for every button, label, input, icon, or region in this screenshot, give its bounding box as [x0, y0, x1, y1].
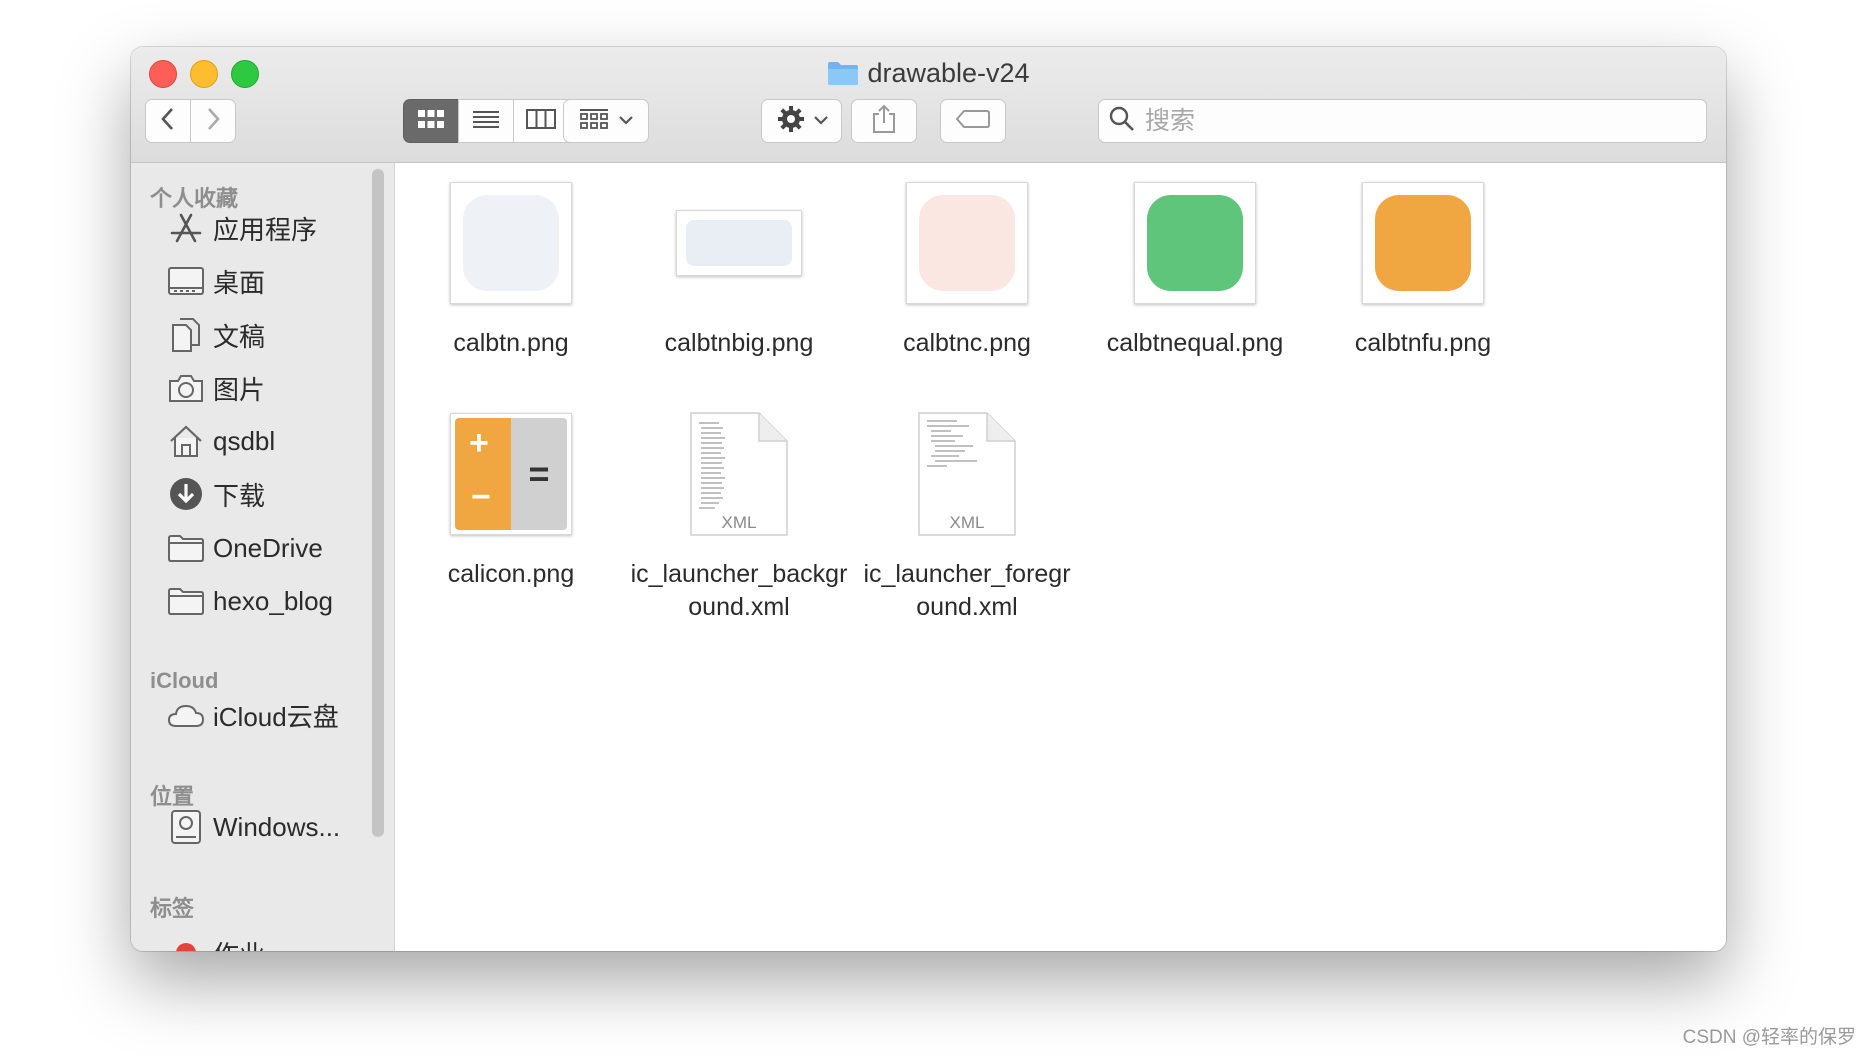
sidebar-section-tags: 标签: [150, 896, 195, 921]
sidebar-item-label: OneDrive: [213, 532, 323, 563]
file-grid: calbtn.png calbtnbig.png calbtnc.png cal…: [395, 163, 1726, 951]
file-name: calbtnbig.png: [664, 329, 814, 357]
image-thumbnail: [450, 182, 572, 304]
file-item-ic-launcher-background[interactable]: XML ic_launcher_background.xml: [629, 410, 849, 624]
file-item-calbtn[interactable]: calbtn.png: [401, 179, 621, 360]
sidebar-item-label: 应用程序: [213, 214, 318, 245]
sidebar-item-icloud-drive[interactable]: iCloud云盘: [167, 695, 339, 735]
search-field[interactable]: [1098, 99, 1707, 143]
camera-icon: [167, 370, 205, 406]
file-name: calbtn.png: [453, 329, 569, 357]
sidebar-item-hexo-blog[interactable]: hexo_blog: [167, 581, 333, 621]
disk-icon: [167, 809, 205, 845]
sidebar-item-windows-disk[interactable]: Windows...: [167, 807, 340, 847]
equals-symbol: =: [528, 453, 550, 494]
chevron-down-icon: [813, 112, 828, 130]
file-item-calbtnequal[interactable]: calbtnequal.png: [1085, 179, 1305, 360]
sidebar-item-label: 下载: [213, 480, 266, 511]
sidebar-item-label: Windows...: [213, 811, 341, 842]
sidebar-section-icloud: iCloud: [150, 668, 219, 693]
file-item-calbtnc[interactable]: calbtnc.png: [857, 179, 1077, 360]
xml-badge: XML: [721, 513, 757, 532]
sidebar-item-downloads[interactable]: 下载: [167, 474, 265, 514]
sidebar-item-applications[interactable]: 应用程序: [167, 208, 317, 248]
file-item-ic-launcher-foreground[interactable]: XML ic_launcher_foreground.xml: [857, 410, 1077, 624]
window-title: drawable-v24: [131, 57, 1726, 93]
list-icon: [472, 109, 500, 134]
image-thumbnail: [676, 210, 802, 276]
home-icon: [167, 423, 205, 459]
sidebar: 个人收藏 应用程序 桌面 文稿 图片 qsdbl 下载 OneDrive hex…: [131, 163, 395, 951]
window-title-text: drawable-v24: [867, 58, 1030, 88]
minus-symbol: −: [471, 478, 491, 516]
file-name: calicon.png: [447, 560, 575, 588]
sidebar-item-home[interactable]: qsdbl: [167, 421, 275, 461]
plus-symbol: +: [469, 424, 489, 462]
share-button[interactable]: [851, 99, 917, 143]
chevron-down-icon: [619, 112, 633, 130]
sidebar-item-label: hexo_blog: [213, 585, 333, 616]
chevron-right-icon: [205, 106, 221, 137]
xml-document-icon: XML: [689, 411, 789, 537]
folder-icon: [827, 60, 859, 93]
sidebar-item-label: iCloud云盘: [213, 701, 339, 732]
folder-icon: [167, 583, 205, 619]
sidebar-scrollbar[interactable]: [372, 169, 384, 837]
sidebar-item-pictures[interactable]: 图片: [167, 368, 265, 408]
image-thumbnail: [1362, 182, 1484, 304]
watermark: CSDN @轻率的保罗: [1682, 1027, 1856, 1048]
tag-red-icon: [167, 935, 205, 951]
applications-icon: [167, 210, 205, 246]
file-name: calbtnc.png: [903, 329, 1031, 357]
finder-window: drawable-v24 搜索 个人收藏 应用程序 桌面 文稿 图片 qsdbl…: [131, 47, 1726, 951]
back-button[interactable]: [145, 99, 191, 143]
columns-icon: [526, 108, 556, 134]
sidebar-item-onedrive[interactable]: OneDrive: [167, 528, 323, 568]
file-item-calbtnbig[interactable]: calbtnbig.png: [629, 179, 849, 360]
image-thumbnail: [1134, 182, 1256, 304]
file-item-calbtnfu[interactable]: calbtnfu.png: [1313, 179, 1533, 360]
file-name: ic_launcher_foreground.xml: [863, 560, 1071, 621]
image-thumbnail: [906, 182, 1028, 304]
file-name: calbtnfu.png: [1354, 329, 1492, 357]
tag-button[interactable]: [940, 99, 1006, 143]
desktop-icon: [167, 263, 205, 299]
chevron-left-icon: [160, 106, 176, 137]
group-grid-icon: [579, 108, 609, 135]
sidebar-item-label: 作业: [213, 935, 265, 952]
xml-document-icon: XML: [917, 411, 1017, 537]
cloud-icon: [167, 697, 205, 733]
search-input[interactable]: [1143, 105, 1647, 137]
forward-button[interactable]: [190, 99, 236, 143]
file-item-calicon[interactable]: + − = calicon.png: [401, 410, 621, 591]
search-icon: [1109, 106, 1135, 137]
gear-icon: [776, 104, 806, 139]
icon-view-button[interactable]: [403, 99, 459, 143]
sidebar-item-desktop[interactable]: 桌面: [167, 261, 265, 301]
group-button[interactable]: [563, 99, 649, 143]
sidebar-item-tag-red[interactable]: 作业: [167, 933, 265, 951]
share-icon: [872, 104, 896, 139]
documents-icon: [167, 317, 205, 353]
file-name: ic_launcher_background.xml: [630, 560, 848, 621]
sidebar-item-label: 文稿: [213, 321, 266, 352]
tag-icon: [955, 109, 990, 133]
title-bar: drawable-v24: [131, 47, 1726, 163]
sidebar-item-label: 图片: [213, 374, 266, 405]
xml-badge: XML: [949, 513, 985, 532]
sidebar-item-label: 桌面: [213, 267, 266, 298]
sidebar-item-label: qsdbl: [213, 425, 276, 456]
grid-icon: [417, 109, 445, 134]
list-view-button[interactable]: [458, 99, 514, 143]
image-thumbnail: + − =: [450, 413, 572, 535]
action-button[interactable]: [761, 99, 842, 143]
file-name: calbtnequal.png: [1106, 329, 1284, 357]
sidebar-item-documents[interactable]: 文稿: [167, 315, 265, 355]
download-icon: [167, 476, 205, 512]
column-view-button[interactable]: [513, 99, 569, 143]
folder-icon: [167, 530, 205, 566]
